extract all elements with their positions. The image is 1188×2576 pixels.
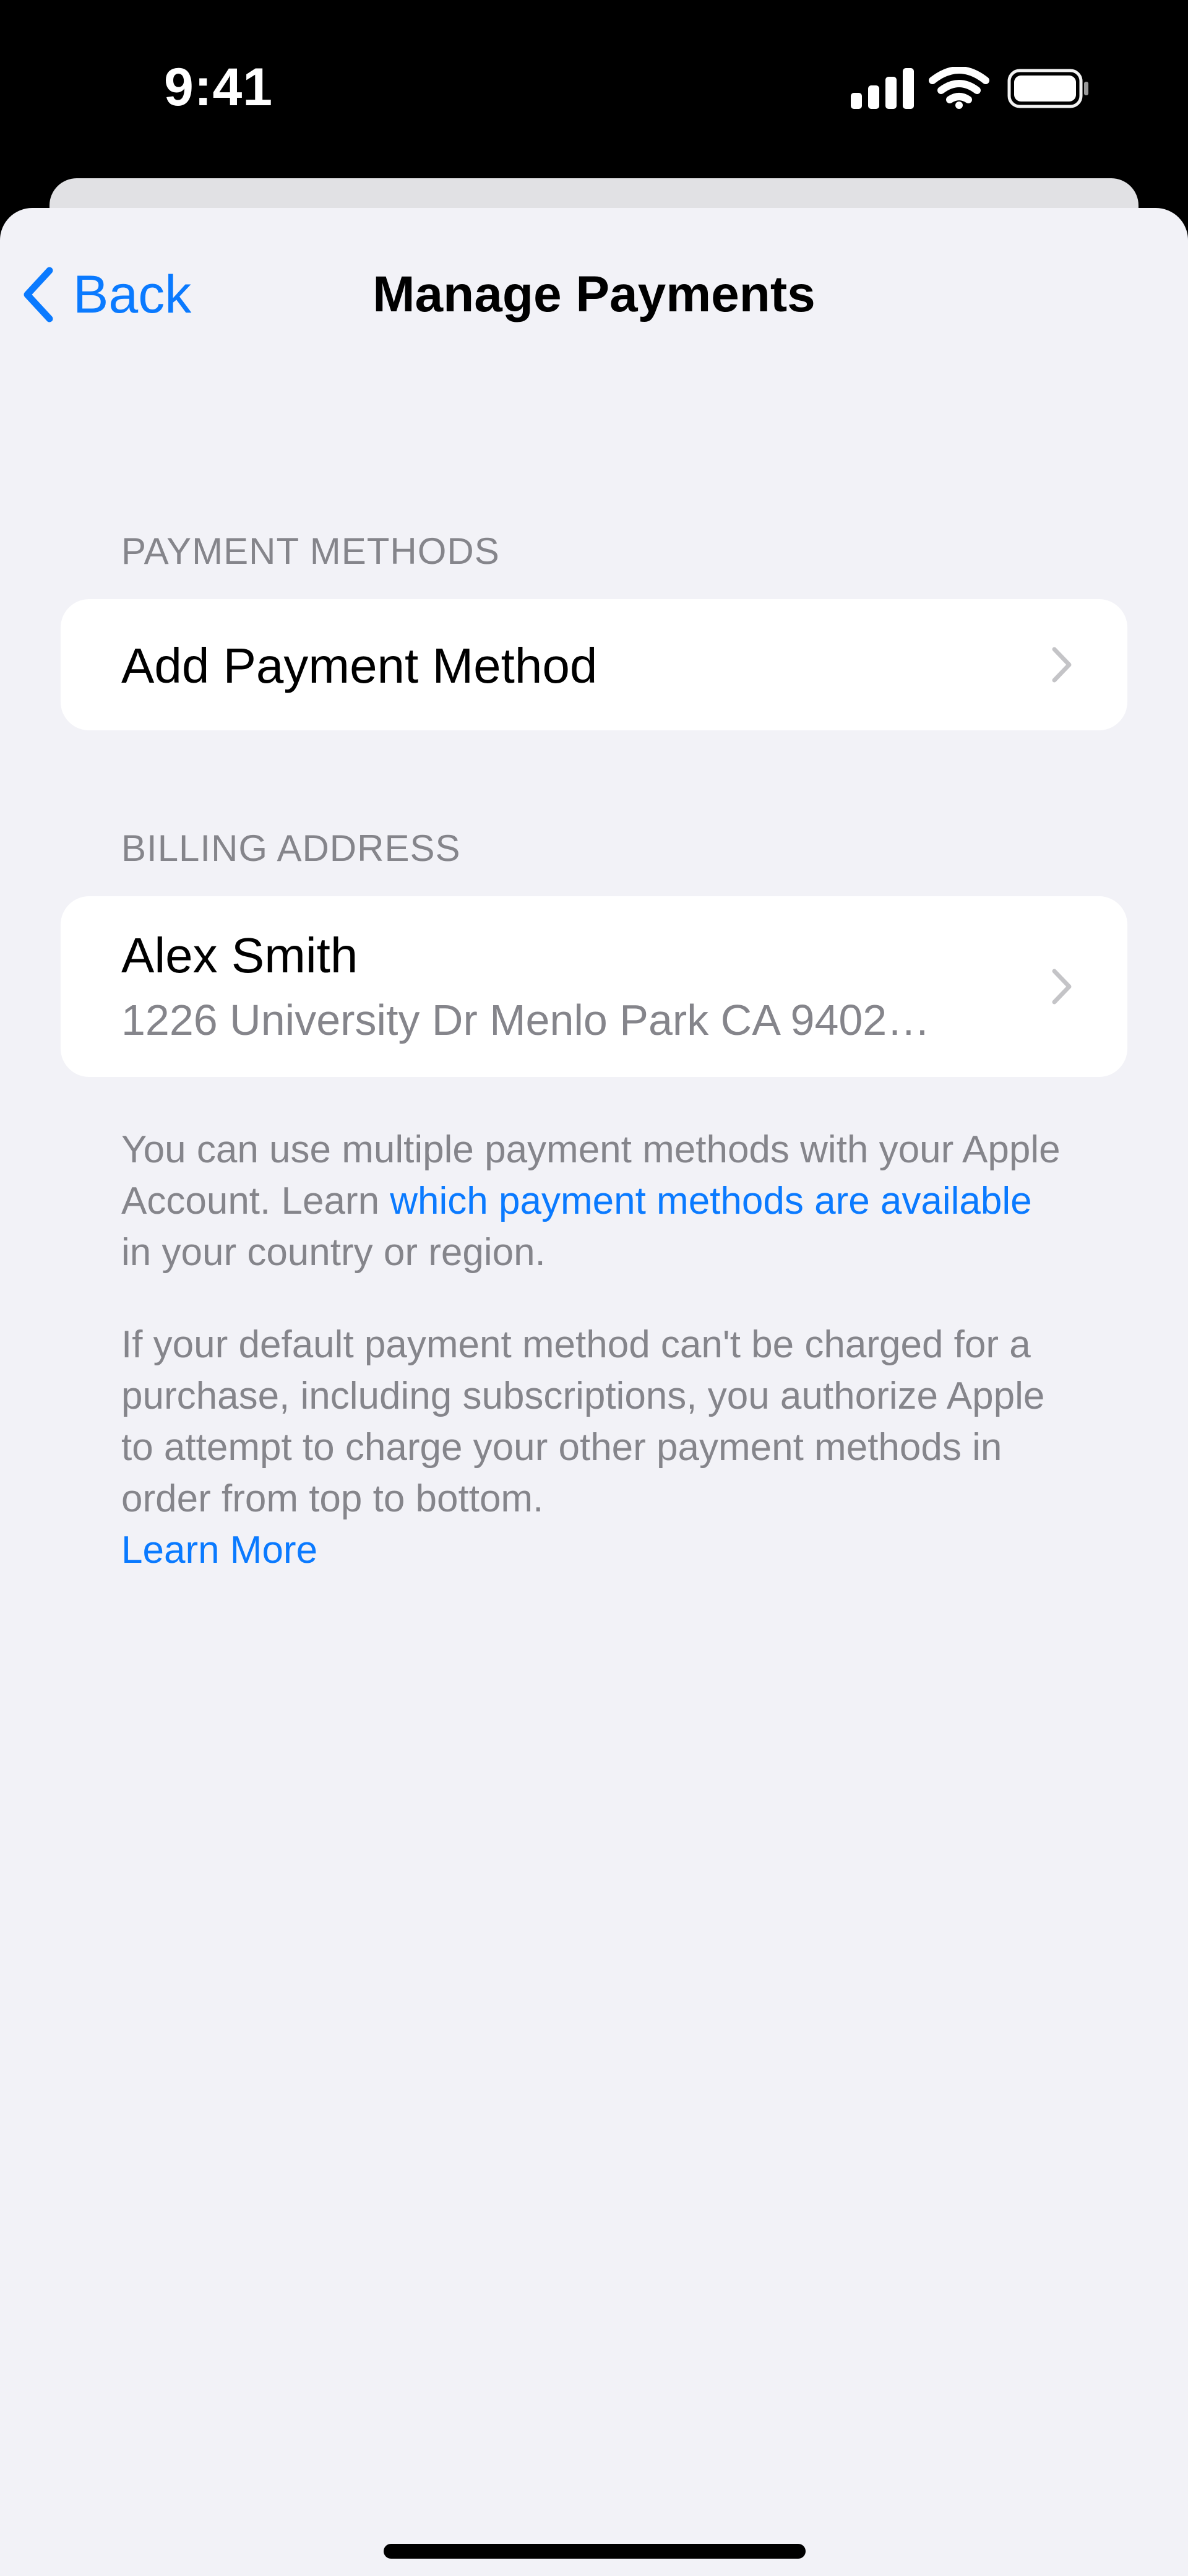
wifi-icon <box>929 66 989 109</box>
chevron-right-icon <box>1052 647 1072 683</box>
cellular-signal-icon <box>851 68 914 109</box>
payment-methods-info: You can use multiple payment methods wit… <box>121 1124 1062 1278</box>
billing-name: Alex Smith <box>121 928 358 983</box>
payment-methods-header: PAYMENT METHODS <box>121 530 500 572</box>
status-icons <box>851 66 1089 110</box>
available-payment-methods-link[interactable]: which payment methods are available <box>390 1180 1031 1222</box>
info-text-end: in your country or region. <box>121 1231 546 1274</box>
default-payment-text: If your default payment method can't be … <box>121 1323 1045 1520</box>
home-indicator <box>384 2544 806 2559</box>
add-payment-method-label: Add Payment Method <box>121 638 598 693</box>
chevron-right-icon <box>1052 969 1072 1005</box>
learn-more-link[interactable]: Learn More <box>121 1529 317 1571</box>
back-button[interactable]: Back <box>22 257 191 332</box>
status-bar: 9:41 <box>0 0 1188 179</box>
billing-address-row[interactable]: Alex Smith 1226 University Dr Menlo Park… <box>61 896 1127 1077</box>
chevron-left-icon <box>24 267 53 322</box>
add-payment-method-row[interactable]: Add Payment Method <box>61 599 1127 730</box>
battery-icon <box>1007 69 1088 108</box>
back-button-label: Back <box>73 264 192 324</box>
status-time: 9:41 <box>164 58 273 117</box>
billing-address-header: BILLING ADDRESS <box>121 828 461 869</box>
manage-payments-sheet: Manage Payments Back PAYMENT METHODS Add… <box>0 208 1188 2576</box>
status-indicators <box>851 66 1088 109</box>
default-payment-info: If your default payment method can't be … <box>121 1319 1062 1576</box>
billing-address-text: 1226 University Dr Menlo Park CA 9402… <box>121 996 931 1044</box>
